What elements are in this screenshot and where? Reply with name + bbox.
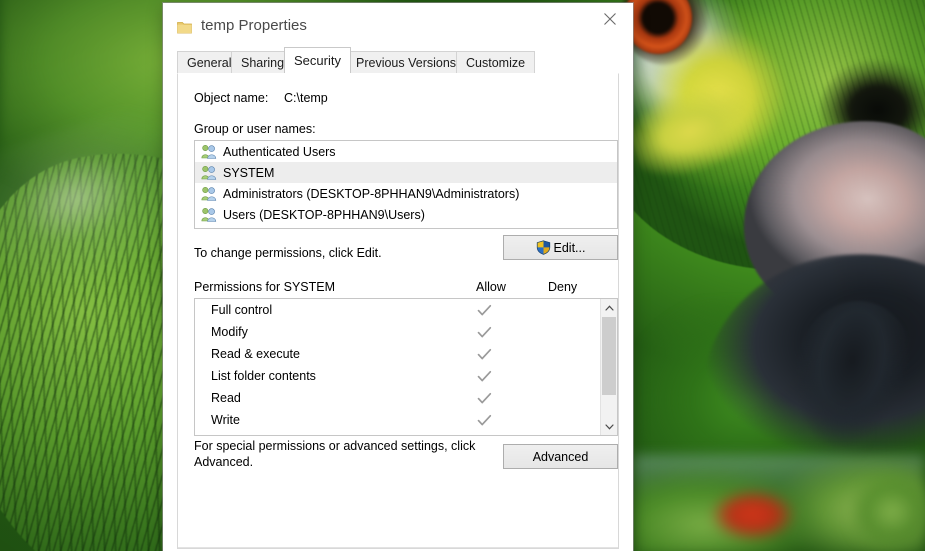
list-item-label: Administrators (DESKTOP-8PHHAN9\Administ… (223, 186, 520, 201)
permission-name: List folder contents (211, 369, 316, 383)
list-item-label: SYSTEM (223, 165, 275, 180)
close-icon[interactable] (587, 3, 633, 35)
tab-customize[interactable]: Customize (456, 51, 536, 73)
list-item[interactable]: Users (DESKTOP-8PHHAN9\Users) (195, 204, 617, 225)
deny-checkbox[interactable] (541, 387, 571, 409)
deny-checkbox[interactable] (541, 299, 571, 321)
title-bar: temp Properties (163, 3, 633, 49)
allow-checkmark-icon[interactable] (469, 343, 499, 365)
list-item-label: Authenticated Users (223, 144, 336, 159)
column-header-deny: Deny (548, 280, 578, 294)
list-item[interactable]: SYSTEM (195, 162, 617, 183)
tab-label: General (187, 55, 232, 70)
group-or-user-names-label: Group or user names: (194, 122, 316, 136)
allow-checkmark-icon[interactable] (469, 321, 499, 343)
permissions-for-label: Permissions for SYSTEM (194, 280, 336, 294)
object-name-value: C:\temp (284, 91, 328, 105)
tab-security[interactable]: Security (284, 47, 351, 73)
deny-checkbox[interactable] (541, 321, 571, 343)
uac-shield-icon (536, 240, 551, 255)
permission-name: Write (211, 413, 240, 427)
users-group-icon (201, 186, 217, 201)
table-row[interactable]: Write (195, 409, 600, 431)
advanced-button-label: Advanced (532, 449, 589, 464)
advanced-button[interactable]: Advanced (503, 444, 618, 469)
window-title: temp Properties (201, 17, 307, 34)
chevron-down-icon[interactable] (601, 418, 617, 435)
desktop: temp Properties General Sharing Security… (0, 0, 925, 551)
table-row[interactable]: List folder contents (195, 365, 600, 387)
users-group-icon (201, 144, 217, 159)
temp-properties-dialog: temp Properties General Sharing Security… (163, 3, 633, 551)
scrollbar-thumb[interactable] (602, 317, 616, 395)
list-item[interactable]: Authenticated Users (195, 141, 617, 162)
allow-checkmark-icon[interactable] (469, 387, 499, 409)
tab-label: Previous Versions (356, 55, 457, 70)
users-group-icon (201, 207, 217, 222)
chevron-up-icon[interactable] (601, 299, 617, 316)
tab-label: Customize (466, 55, 526, 70)
permissions-list[interactable]: Full control Modify Read & execute List … (194, 298, 618, 436)
permission-name: Read (211, 391, 241, 405)
advanced-settings-text: For special permissions or advanced sett… (194, 439, 476, 469)
list-item[interactable]: Administrators (DESKTOP-8PHHAN9\Administ… (195, 183, 617, 204)
table-row[interactable]: Read & execute (195, 343, 600, 365)
change-permissions-text: To change permissions, click Edit. (194, 246, 382, 260)
allow-checkmark-icon[interactable] (469, 409, 499, 431)
permission-name: Modify (211, 325, 248, 339)
deny-checkbox[interactable] (541, 365, 571, 387)
table-row[interactable]: Read (195, 387, 600, 409)
table-row[interactable]: Modify (195, 321, 600, 343)
edit-button-label: Edit... (553, 240, 586, 255)
users-group-icon (201, 165, 217, 180)
allow-checkmark-icon[interactable] (469, 299, 499, 321)
allow-checkmark-icon[interactable] (469, 365, 499, 387)
permission-name: Full control (211, 303, 273, 317)
folder-icon (177, 21, 192, 34)
security-tab-panel: Object name: C:\temp Group or user names… (177, 73, 619, 549)
column-header-allow: Allow (476, 280, 506, 294)
tab-label: Security (294, 53, 341, 68)
object-name-label: Object name: (194, 91, 269, 105)
panel-divider (178, 547, 618, 548)
permission-name: Read & execute (211, 347, 300, 361)
deny-checkbox[interactable] (541, 343, 571, 365)
tab-previous-versions[interactable]: Previous Versions (346, 51, 467, 73)
table-row[interactable]: Full control (195, 299, 600, 321)
permissions-scrollbar[interactable] (600, 299, 617, 435)
deny-checkbox[interactable] (541, 409, 571, 431)
tab-strip: General Sharing Security Previous Versio… (177, 47, 633, 73)
tab-label: Sharing (241, 55, 285, 70)
edit-button[interactable]: Edit... (503, 235, 618, 260)
list-item-label: Users (DESKTOP-8PHHAN9\Users) (223, 207, 425, 222)
group-or-user-names-list[interactable]: Authenticated Users SYSTEM Administrator… (194, 140, 618, 229)
